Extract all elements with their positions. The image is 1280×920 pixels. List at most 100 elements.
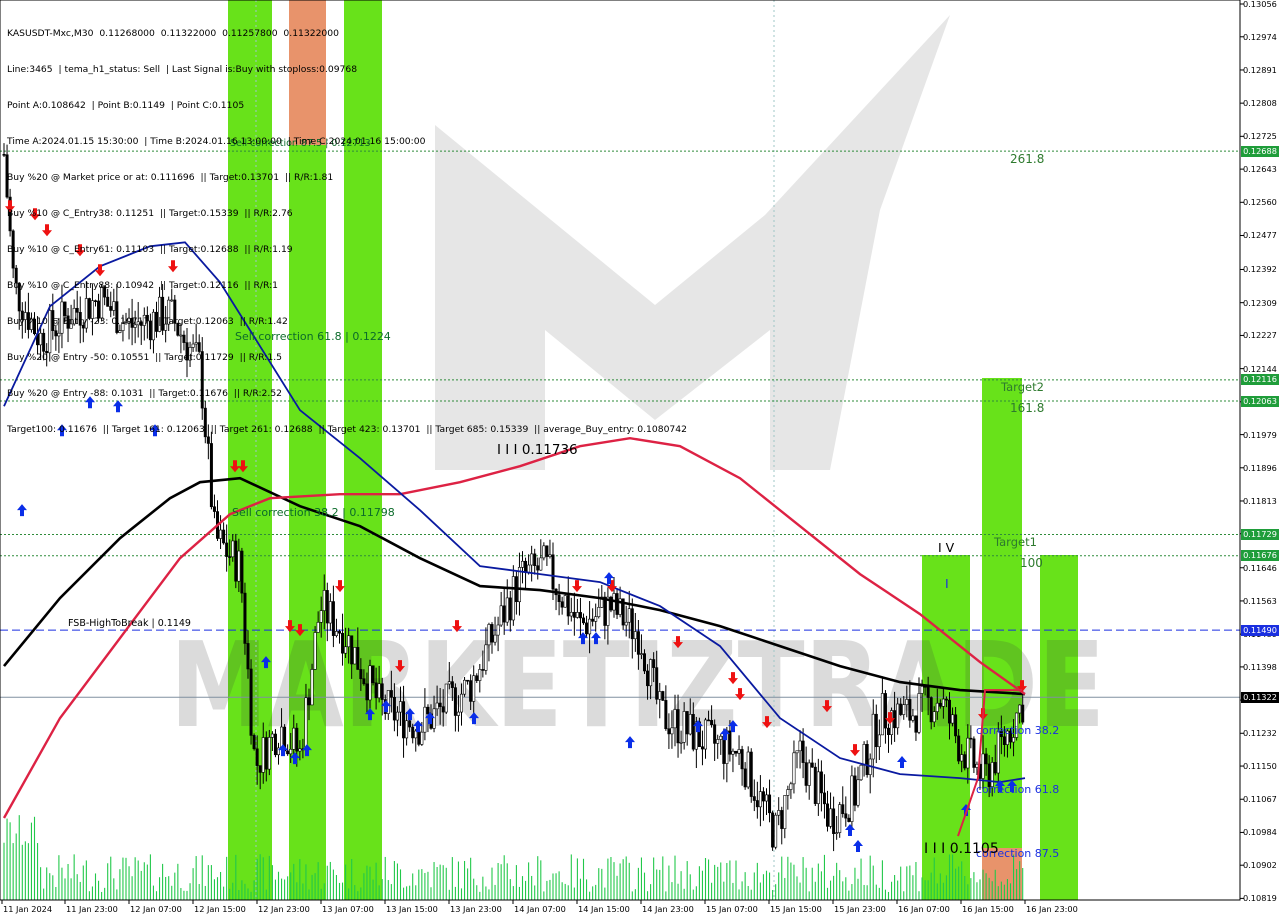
candle [825,790,829,832]
time-tick-label: 13 Jan 23:00 [450,904,502,914]
buy-arrow [853,840,863,853]
time-tick-label: 13 Jan 07:00 [322,904,374,914]
candle [856,766,860,808]
candle [795,750,799,769]
info-line-buy-market: Buy %20 @ Market price or at: 0.111696 |… [7,172,334,183]
target-161-label: 161.8 [1010,401,1045,415]
candle [758,775,762,827]
candle [234,533,238,589]
time-tick-label: 16 Jan 23:00 [1026,904,1078,914]
price-tick-label: 0.11896 [1243,462,1277,473]
candle [530,545,534,582]
candle [444,683,448,714]
candle [783,795,787,839]
candle [731,748,735,773]
price-tick-label: 0.11067 [1243,794,1277,805]
candle [527,554,531,575]
correction-382-label: correction 38.2 [976,724,1060,737]
time-tick-label: 15 Jan 07:00 [706,904,758,914]
candle [212,494,216,519]
candle [850,765,854,829]
candle [816,758,820,816]
candle [575,598,579,619]
candle [557,583,561,616]
candle [780,806,784,845]
candle [609,595,613,613]
candle [371,665,375,686]
time-tick-label: 15 Jan 15:00 [770,904,822,914]
price-tick-label: 0.11398 [1243,661,1277,672]
buy-arrow [897,756,907,769]
candle [819,760,823,812]
candle [560,596,564,615]
price-tick-label: 0.11813 [1243,495,1277,506]
sell-arrow [335,580,345,593]
time-tick-label: 16 Jan 07:00 [898,904,950,914]
candle [499,591,503,627]
candle [661,690,665,701]
candle [764,788,768,816]
wave-i-label: I [945,576,949,591]
time-tick-label: 16 Jan 15:00 [962,904,1014,914]
info-line-buy-c88: Buy %10 @ C_Entry88: 0.10942 || Target:0… [7,280,279,291]
candle [222,522,226,545]
info-line-buy-e23: Buy %10 @ Entry -23: 0.10717 || Target:0… [7,316,288,327]
time-tick-label: 14 Jan 15:00 [578,904,630,914]
candle [548,539,552,559]
target2-label: Target2 [1001,380,1044,394]
candle [563,592,567,608]
candle [542,542,546,561]
target1-label: Target1 [994,535,1037,549]
price-tick-label: 0.12309 [1243,297,1277,308]
candle [615,588,619,620]
time-tick-label: 12 Jan 15:00 [194,904,246,914]
candle [511,565,515,626]
candle [832,796,836,852]
price-tick-label: 0.11150 [1243,761,1277,772]
candle [545,545,549,566]
price-tick-label: 0.10819 [1243,893,1277,904]
candle [216,500,220,541]
price-tick-label: 0.13056 [1243,0,1277,9]
price-level-label: 0.11676 [1241,550,1279,562]
time-tick-label: 11 Jan 23:00 [66,904,118,914]
wave-iv-label: I V [938,540,955,555]
price-level-label: 0.12116 [1241,374,1279,386]
candle [853,767,857,812]
info-line-buy-e88: Buy %20 @ Entry -88: 0.1031 || Target:0.… [7,388,283,399]
candle [533,548,537,575]
candle [789,781,793,799]
target-100-label: 100 [1020,556,1043,570]
correction-618-label: correction 61.8 [976,783,1060,796]
buy-arrow [17,504,27,517]
candle [505,579,509,626]
candle [225,524,229,572]
candle [252,733,256,751]
candle [310,663,314,706]
wave-iii-low-label: I I I 0.1105 [924,841,999,857]
price-tick-label: 0.12643 [1243,164,1277,175]
candle [353,647,357,665]
sell-arrow [572,580,582,593]
time-tick-label: 12 Jan 23:00 [258,904,310,914]
volume-bars [3,815,1024,900]
buy-arrow [845,824,855,837]
price-tick-label: 0.12725 [1243,131,1277,142]
candle [838,801,842,838]
price-tick-label: 0.12392 [1243,264,1277,275]
candle [743,762,747,790]
candle [768,779,772,823]
price-axis: 0.13056 0.12974 0.12891 0.12808 0.12725 0.126… [1240,0,1280,920]
candle [713,719,717,761]
price-tick-label: 0.11232 [1243,728,1277,739]
candle [813,762,817,806]
candle [2,143,6,158]
candle [539,539,543,571]
candle [777,797,781,826]
info-line-status: Line:3465 | tema_h1_status: Sell | Last … [7,64,358,75]
info-line-times: Time A:2024.01.15 15:30:00 | Time B:2024… [7,136,426,147]
candle [841,786,845,818]
info-line-points: Point A:0.108642 | Point B:0.1149 | Poin… [7,100,245,111]
price-level-label: 0.11322 [1241,691,1279,703]
price-level-label: 0.11729 [1241,529,1279,541]
